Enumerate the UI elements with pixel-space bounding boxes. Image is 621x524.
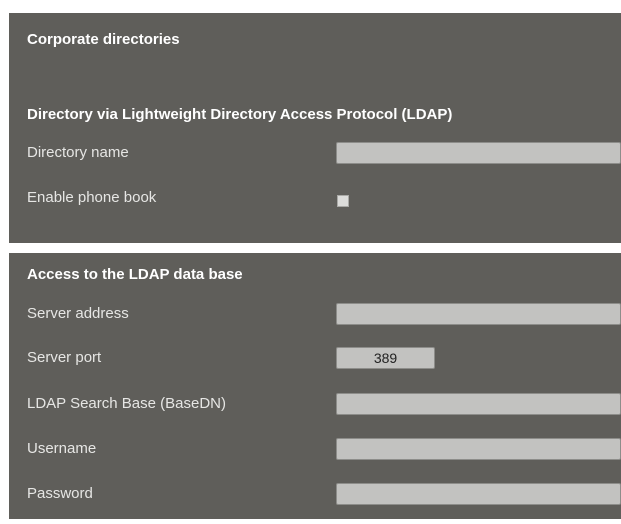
enable-phonebook-checkbox[interactable] <box>337 195 349 207</box>
search-base-input[interactable] <box>336 393 621 415</box>
corporate-directories-panel: Corporate directories Directory via Ligh… <box>9 13 621 243</box>
directory-name-input[interactable] <box>336 142 621 164</box>
server-address-label: Server address <box>27 305 129 322</box>
server-port-input[interactable] <box>336 347 435 369</box>
ldap-access-panel: Access to the LDAP data base Server addr… <box>9 253 621 519</box>
password-input[interactable] <box>336 483 621 505</box>
search-base-label: LDAP Search Base (BaseDN) <box>27 395 226 412</box>
ldap-directory-subtitle: Directory via Lightweight Directory Acce… <box>27 106 453 123</box>
username-input[interactable] <box>336 438 621 460</box>
server-address-input[interactable] <box>336 303 621 325</box>
password-label: Password <box>27 485 93 502</box>
corporate-directories-title: Corporate directories <box>27 31 180 48</box>
ldap-access-title: Access to the LDAP data base <box>27 266 243 283</box>
username-label: Username <box>27 440 97 457</box>
enable-phonebook-label: Enable phone book <box>27 189 157 206</box>
server-port-label: Server port <box>27 349 102 366</box>
directory-name-label: Directory name <box>27 144 129 161</box>
